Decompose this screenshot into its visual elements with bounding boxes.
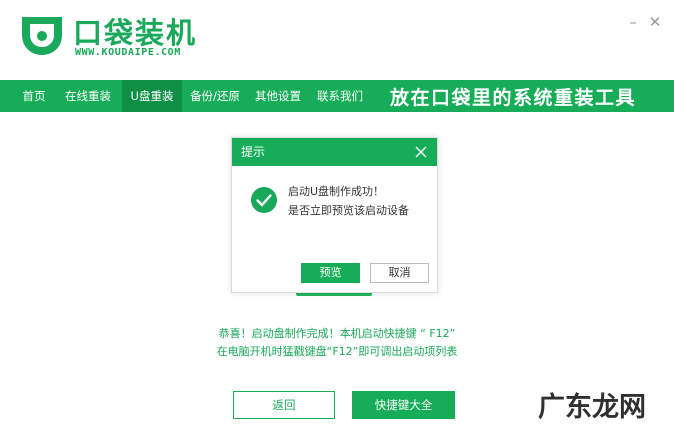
hotkeys-list-button[interactable]: 快捷键大全 <box>352 391 455 419</box>
close-icon[interactable]: ✕ <box>647 14 663 30</box>
dialog-header: 提示 <box>232 138 437 166</box>
nav-item-online-reinstall[interactable]: 在线重装 <box>58 80 118 112</box>
prompt-dialog: 提示 启动U盘制作成功！ 是否立即预览该启动设备 预览 取消 <box>231 137 438 293</box>
dialog-message-line1: 启动U盘制作成功！ <box>288 185 385 198</box>
back-button[interactable]: 返回 <box>233 391 335 419</box>
logo-mark-icon <box>22 17 62 55</box>
success-check-icon <box>251 187 277 213</box>
dialog-close-icon[interactable] <box>413 144 429 160</box>
title-bar: 口袋装机 WWW.KOUDAIPE.COM – ✕ <box>0 0 674 80</box>
nav-item-backup-restore[interactable]: 备份/还原 <box>184 80 246 112</box>
nav-slogan: 放在口袋里的系统重装工具 <box>390 87 637 109</box>
minimize-icon[interactable]: – <box>625 14 641 30</box>
congrats-line1: 恭喜！启动盘制作完成！本机启动快捷键 “ F12” <box>218 327 456 340</box>
brand-name: 口袋装机 <box>73 16 198 50</box>
nav-item-other-settings[interactable]: 其他设置 <box>248 80 308 112</box>
nav-item-contact-us[interactable]: 联系我们 <box>310 80 370 112</box>
congrats-line2: 在电脑开机时猛戳键盘“F12”即可调出启动项列表 <box>216 345 458 358</box>
dialog-message-line2: 是否立即预览该启动设备 <box>288 204 409 217</box>
nav-bar: 首页 在线重装 U盘重装 备份/还原 其他设置 联系我们 放在口袋里的系统重装工… <box>0 80 674 112</box>
nav-item-home[interactable]: 首页 <box>10 80 58 112</box>
watermark: 广东龙网 <box>538 392 646 423</box>
preview-button[interactable]: 预览 <box>301 263 360 283</box>
cancel-button[interactable]: 取消 <box>370 263 429 283</box>
dialog-title: 提示 <box>241 145 266 159</box>
brand-url: WWW.KOUDAIPE.COM <box>75 47 181 58</box>
nav-item-usb-reinstall[interactable]: U盘重装 <box>122 80 182 112</box>
